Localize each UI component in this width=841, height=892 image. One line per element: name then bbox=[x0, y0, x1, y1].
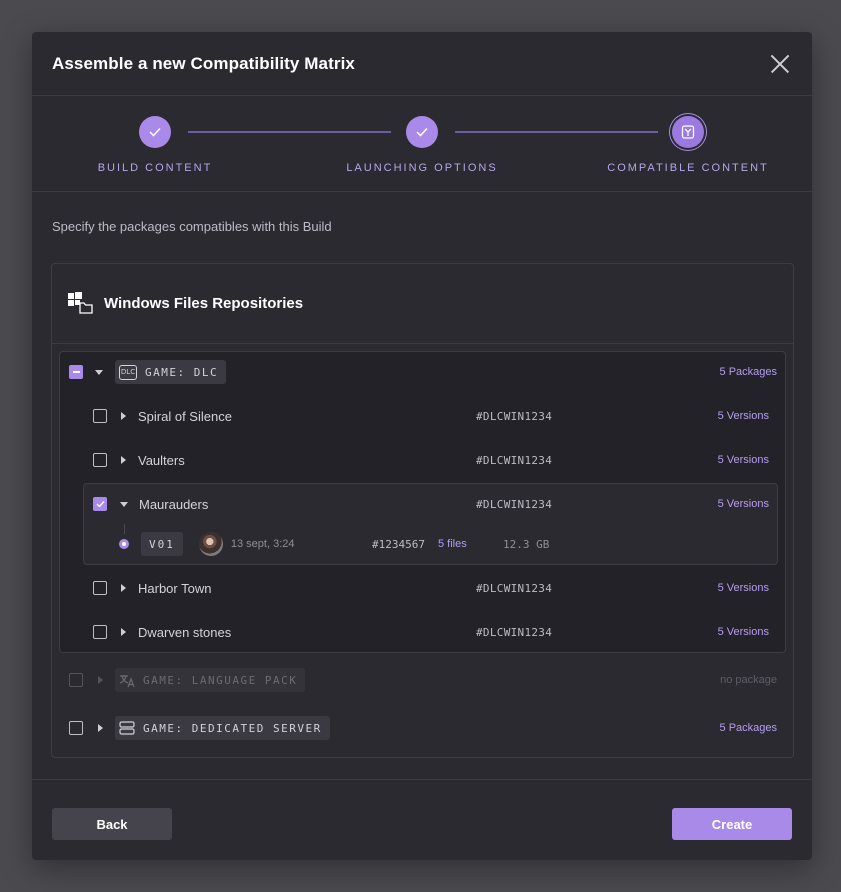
package-row[interactable]: Dwarven stones #DLCWIN1234 5 Versions bbox=[60, 610, 785, 654]
chevron-right-icon[interactable] bbox=[121, 628, 126, 636]
version-code: #1234567 bbox=[372, 537, 425, 551]
chevron-right-icon[interactable] bbox=[98, 724, 103, 732]
package-row[interactable]: Spiral of Silence #DLCWIN1234 5 Versions bbox=[60, 394, 785, 438]
package-checkbox[interactable] bbox=[93, 581, 107, 595]
package-code: #DLCWIN1234 bbox=[476, 409, 553, 423]
package-checkbox[interactable] bbox=[93, 497, 107, 511]
repository-panel: Windows Files Repositories DLC GAME: DLC… bbox=[51, 263, 794, 758]
repository-title: Windows Files Repositories bbox=[104, 295, 304, 312]
chevron-right-icon bbox=[98, 676, 103, 684]
translate-icon bbox=[119, 674, 135, 687]
group-tag-label: GAME: DEDICATED SERVER bbox=[143, 721, 322, 735]
package-name: Maurauders bbox=[139, 496, 209, 512]
package-count: no package bbox=[720, 674, 777, 686]
check-icon bbox=[406, 116, 438, 148]
group-tag-label: GAME: DLC bbox=[145, 365, 219, 379]
package-count: 5 Packages bbox=[719, 366, 777, 378]
version-radio[interactable] bbox=[119, 539, 129, 549]
group-checkbox[interactable] bbox=[69, 365, 83, 379]
version-size: 12.3 GB bbox=[503, 537, 550, 551]
group-row[interactable]: DLC GAME: DLC 5 Packages bbox=[60, 350, 785, 394]
windows-folder-icon bbox=[68, 291, 94, 316]
chevron-down-icon[interactable] bbox=[95, 369, 103, 375]
modal-title: Assemble a new Compatibility Matrix bbox=[52, 53, 355, 73]
chevron-right-icon[interactable] bbox=[121, 456, 126, 464]
server-icon bbox=[119, 721, 135, 735]
group-row-language-pack: GAME: LANGUAGE PACK no package bbox=[52, 658, 793, 702]
stepper: BUILD CONTENT LAUNCHING OPTIONS COMPATIB… bbox=[32, 96, 812, 192]
package-name: Dwarven stones bbox=[138, 624, 232, 640]
page-subtitle: Specify the packages compatibles with th… bbox=[52, 219, 332, 234]
chevron-down-icon[interactable] bbox=[120, 501, 128, 507]
package-name: Spiral of Silence bbox=[138, 408, 232, 424]
version-date: 13 sept, 3:24 bbox=[230, 538, 295, 550]
step-label: COMPATIBLE CONTENT bbox=[607, 162, 769, 174]
group-row-dedicated-server[interactable]: GAME: DEDICATED SERVER 5 Packages bbox=[52, 706, 793, 750]
close-icon[interactable] bbox=[770, 54, 790, 74]
avatar bbox=[198, 532, 223, 556]
package-versions-link[interactable]: 5 Versions bbox=[718, 626, 769, 638]
dlc-icon: DLC bbox=[119, 364, 137, 380]
package-checkbox[interactable] bbox=[93, 625, 107, 639]
package-versions-link[interactable]: 5 Versions bbox=[718, 454, 769, 466]
modal-footer: Back Create bbox=[32, 779, 812, 861]
package-code: #DLCWIN1234 bbox=[476, 497, 553, 511]
step-launching-options[interactable]: LAUNCHING OPTIONS bbox=[322, 116, 522, 174]
package-row[interactable]: Maurauders #DLCWIN1234 5 Versions bbox=[84, 482, 777, 526]
group-tag-label: GAME: LANGUAGE PACK bbox=[143, 673, 298, 687]
package-icon bbox=[672, 116, 704, 148]
package-row[interactable]: Vaulters #DLCWIN1234 5 Versions bbox=[60, 438, 785, 482]
package-checkbox[interactable] bbox=[93, 453, 107, 467]
chevron-right-icon[interactable] bbox=[121, 412, 126, 420]
package-code: #DLCWIN1234 bbox=[476, 453, 553, 467]
version-row[interactable]: V01 13 sept, 3:24 #1234567 5 files 12.3 … bbox=[84, 522, 777, 566]
package-code: #DLCWIN1234 bbox=[476, 581, 553, 595]
group-tag: GAME: LANGUAGE PACK bbox=[115, 668, 306, 692]
group-tag: GAME: DEDICATED SERVER bbox=[115, 716, 330, 740]
version-tag: V01 bbox=[141, 532, 183, 556]
package-code: #DLCWIN1234 bbox=[476, 625, 553, 639]
package-name: Harbor Town bbox=[138, 580, 212, 596]
version-files-link[interactable]: 5 files bbox=[438, 538, 467, 550]
expanded-package: Maurauders #DLCWIN1234 5 Versions V01 13… bbox=[83, 483, 778, 565]
step-label: BUILD CONTENT bbox=[97, 162, 213, 174]
step-build-content[interactable]: BUILD CONTENT bbox=[55, 116, 255, 174]
package-name: Vaulters bbox=[138, 452, 185, 468]
modal-header: Assemble a new Compatibility Matrix bbox=[32, 32, 812, 96]
package-versions-link[interactable]: 5 Versions bbox=[718, 410, 769, 422]
repository-header: Windows Files Repositories bbox=[52, 264, 793, 344]
step-compatible-content[interactable]: COMPATIBLE CONTENT bbox=[588, 116, 788, 174]
package-versions-link[interactable]: 5 Versions bbox=[718, 498, 769, 510]
compatibility-matrix-modal: Assemble a new Compatibility Matrix BUIL… bbox=[32, 32, 812, 860]
package-versions-link[interactable]: 5 Versions bbox=[718, 582, 769, 594]
package-row[interactable]: Harbor Town #DLCWIN1234 5 Versions bbox=[60, 566, 785, 610]
check-icon bbox=[139, 116, 171, 148]
step-label: LAUNCHING OPTIONS bbox=[346, 162, 498, 174]
group-tag: DLC GAME: DLC bbox=[115, 360, 227, 384]
back-button[interactable]: Back bbox=[52, 808, 172, 840]
package-count: 5 Packages bbox=[719, 722, 777, 734]
chevron-right-icon[interactable] bbox=[121, 584, 126, 592]
group-dlc: DLC GAME: DLC 5 Packages Spiral of Silen… bbox=[59, 351, 786, 653]
package-checkbox[interactable] bbox=[93, 409, 107, 423]
create-button[interactable]: Create bbox=[672, 808, 792, 840]
group-checkbox bbox=[69, 673, 83, 687]
group-checkbox[interactable] bbox=[69, 721, 83, 735]
